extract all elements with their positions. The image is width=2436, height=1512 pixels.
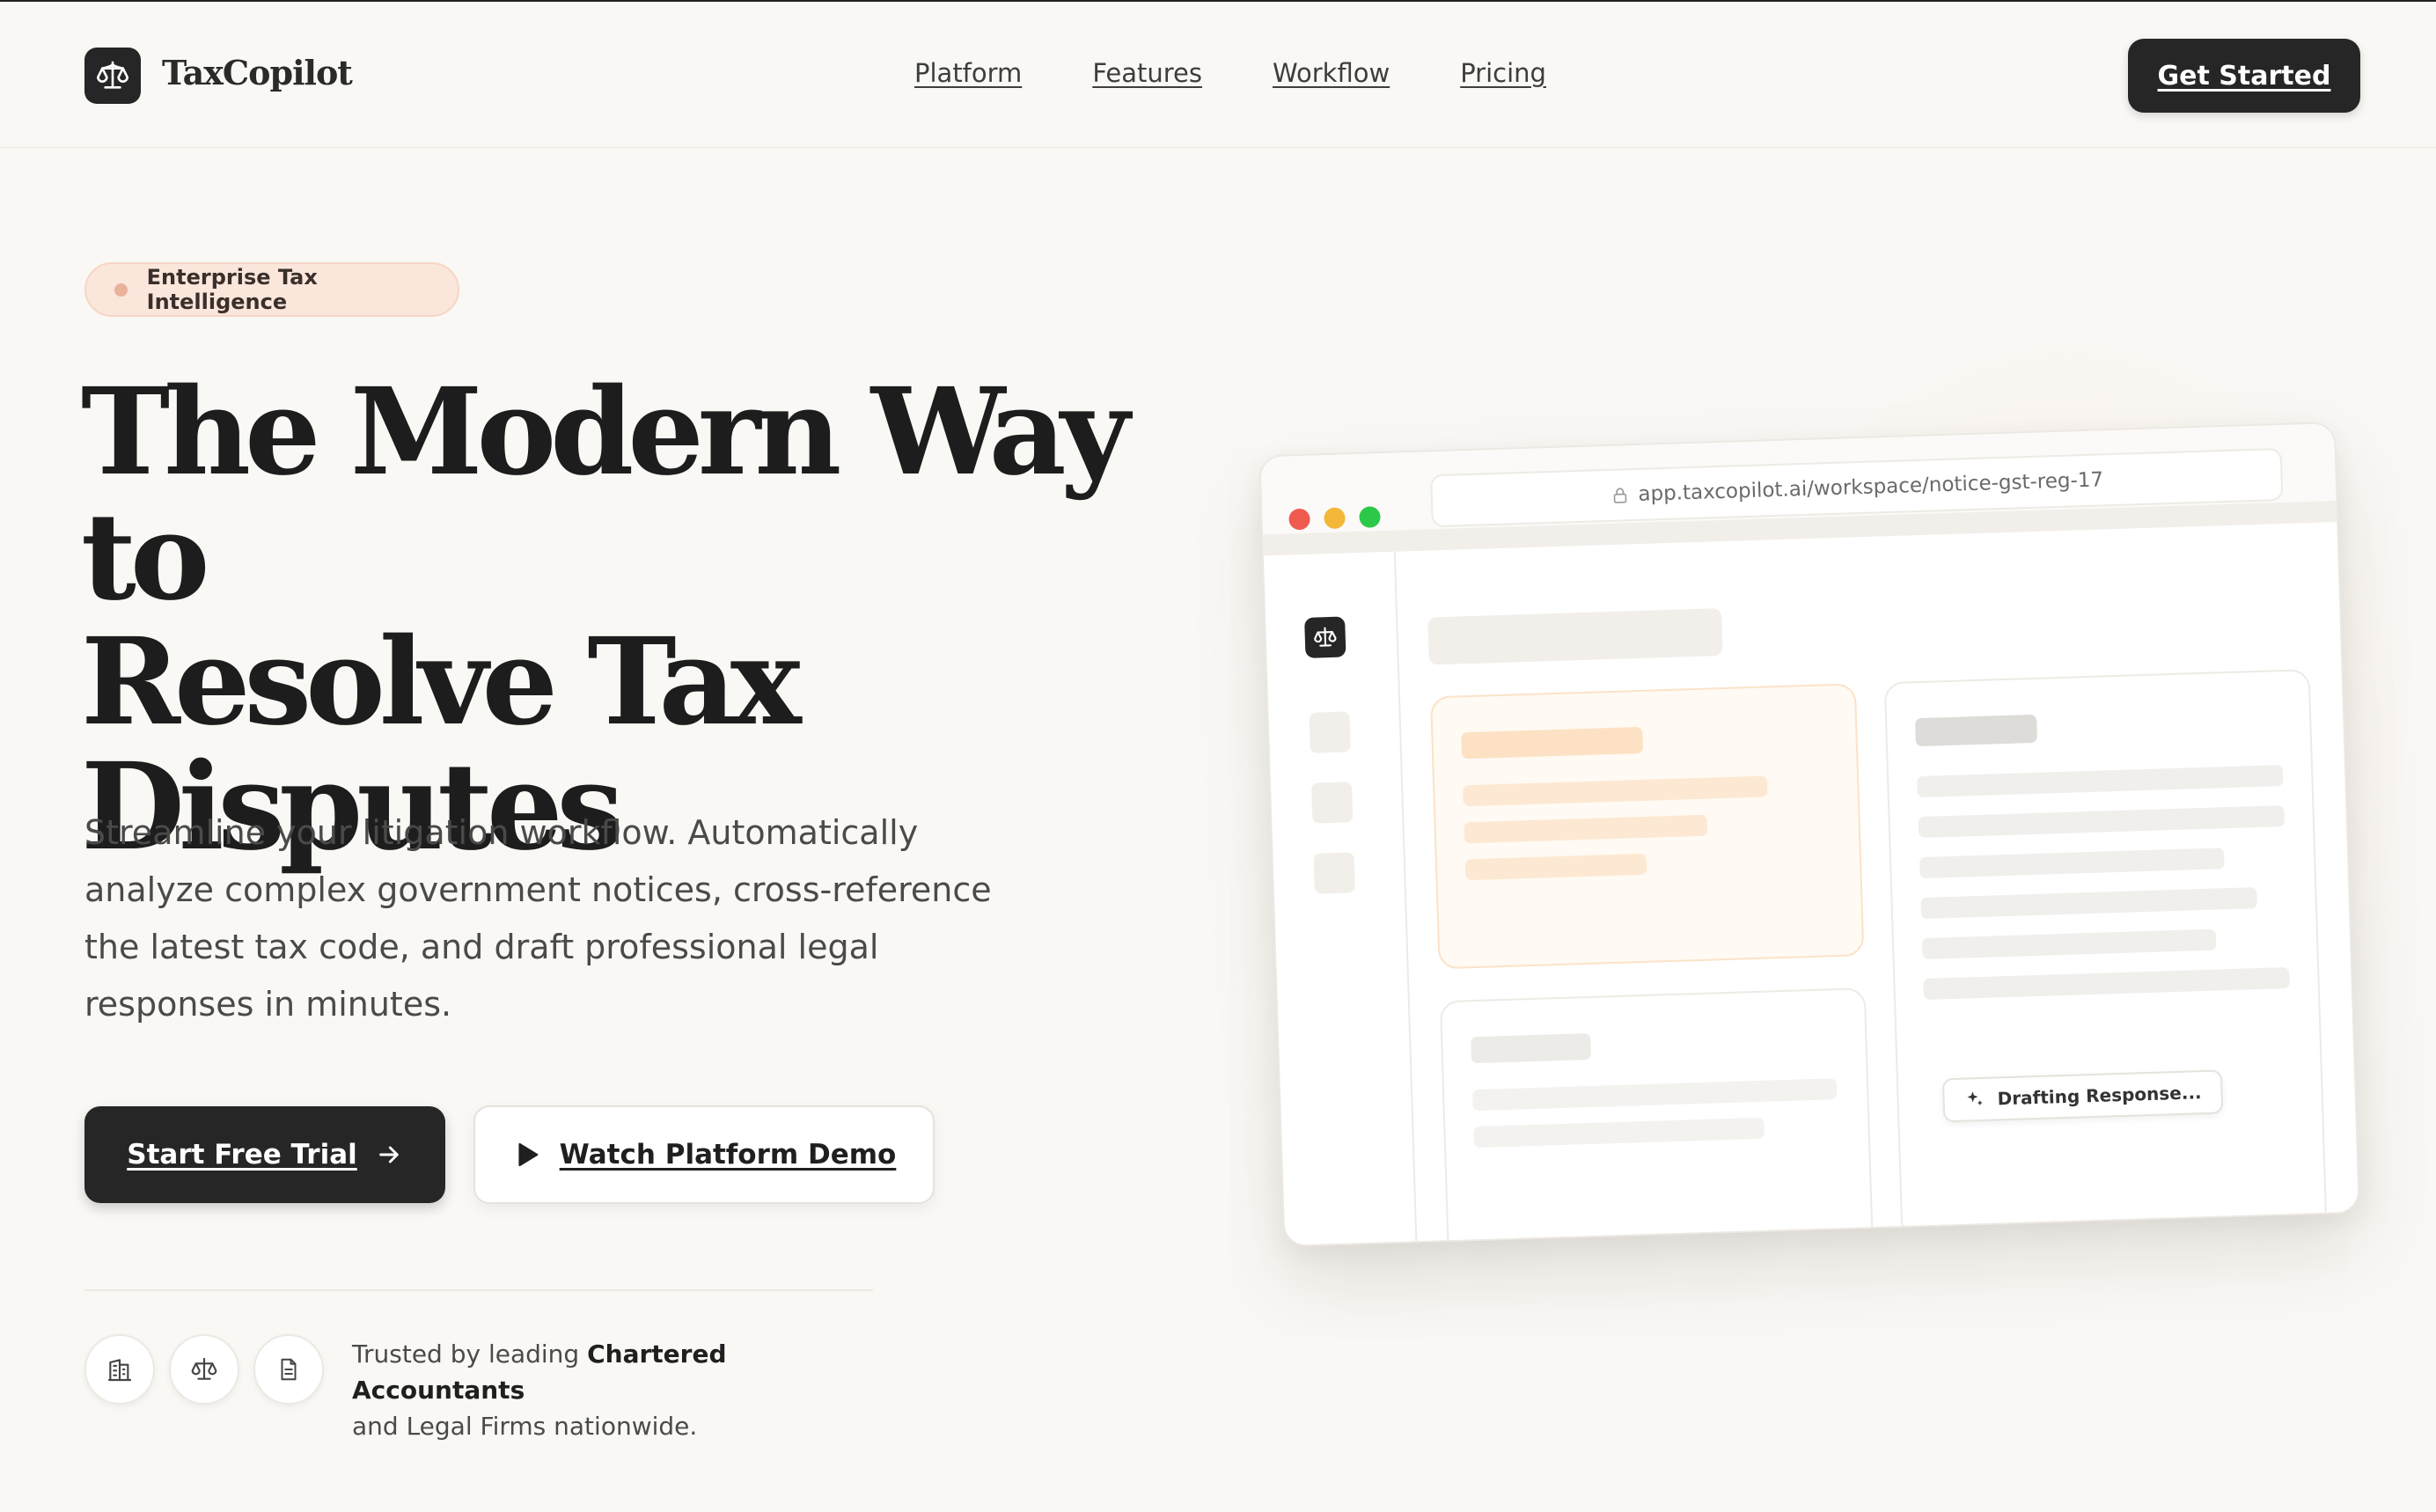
highlight-card xyxy=(1429,683,1865,970)
skeleton-line xyxy=(1921,928,2217,960)
nav-link-platform[interactable]: Platform xyxy=(914,58,1022,88)
scales-icon xyxy=(97,61,129,89)
watch-demo-label: Watch Platform Demo xyxy=(559,1139,897,1171)
nav-links: Platform Features Workflow Pricing xyxy=(914,58,1546,88)
trust-statement: Trusted by leading Chartered Accountants… xyxy=(352,1336,898,1444)
nav-link-workflow[interactable]: Workflow xyxy=(1273,58,1390,88)
badge-label: Enterprise Tax Intelligence xyxy=(146,265,318,314)
nav-link-features[interactable]: Features xyxy=(1092,58,1202,88)
skeleton-line xyxy=(1473,1117,1765,1149)
top-navigation: TaxCopilot Platform Features Workflow Pr… xyxy=(0,2,2436,148)
window-dot-close xyxy=(1288,508,1310,531)
document-icon xyxy=(281,1358,297,1381)
trust-circle-building xyxy=(84,1334,155,1405)
skeleton-line xyxy=(1461,726,1644,760)
skeleton-line xyxy=(1920,887,2257,920)
url-text: app.taxcopilot.ai/workspace/notice-gst-r… xyxy=(1638,468,2104,506)
lock-icon xyxy=(1613,488,1626,503)
get-started-button[interactable]: Get Started xyxy=(2128,39,2360,113)
trust-divider xyxy=(84,1289,873,1291)
arrow-right-icon xyxy=(378,1146,399,1163)
scales-icon xyxy=(1314,627,1337,647)
trust-circle-scales xyxy=(169,1334,239,1405)
badge-dot xyxy=(114,283,128,297)
trust-text-after: and Legal Firms nationwide. xyxy=(352,1412,698,1441)
hero-headline: The Modern Way to Resolve Tax Disputes xyxy=(81,370,1225,870)
brand-logo[interactable] xyxy=(84,48,141,104)
app-logo xyxy=(1304,616,1346,658)
drafting-status-chip: Drafting Response... xyxy=(1941,1069,2224,1123)
sidebar-placeholder xyxy=(1313,852,1355,894)
headline-line-1: The Modern Way to xyxy=(81,362,1130,628)
watch-demo-button[interactable]: Watch Platform Demo xyxy=(473,1105,935,1204)
skeleton-line xyxy=(1915,714,2037,747)
landing-page: TaxCopilot Platform Features Workflow Pr… xyxy=(0,0,2436,1512)
window-dot-minimize xyxy=(1324,507,1346,530)
headline-line-2: Resolve Tax xyxy=(81,612,802,752)
start-free-trial-label: Start Free Trial xyxy=(127,1139,357,1171)
hero-subheadline: Streamline your litigation workflow. Aut… xyxy=(84,813,992,1024)
skeleton-line xyxy=(1923,966,2290,1001)
scales-icon xyxy=(191,1357,217,1380)
start-free-trial-button[interactable]: Start Free Trial xyxy=(84,1106,445,1203)
play-icon xyxy=(518,1142,539,1167)
sparkle-icon xyxy=(1967,1091,1983,1106)
app-sidebar xyxy=(1263,551,1418,1247)
skeleton-line xyxy=(1918,805,2286,839)
response-draft-card: Drafting Response... xyxy=(1883,669,2328,1240)
skeleton-line xyxy=(1464,814,1708,844)
brand-name[interactable]: TaxCopilot xyxy=(162,53,353,92)
hero-badge: Enterprise Tax Intelligence xyxy=(84,262,459,317)
drafting-status-label: Drafting Response... xyxy=(1997,1082,2202,1110)
trust-icon-row xyxy=(84,1334,324,1405)
skeleton-line xyxy=(1472,1078,1838,1112)
browser-window: app.taxcopilot.ai/workspace/notice-gst-r… xyxy=(1258,421,2360,1247)
window-dot-maximize xyxy=(1359,506,1381,528)
title-skeleton xyxy=(1427,608,1723,665)
building-icon xyxy=(107,1359,132,1382)
sidebar-placeholder xyxy=(1310,782,1354,824)
trust-circle-document xyxy=(253,1334,324,1405)
skeleton-line xyxy=(1464,853,1647,881)
skeleton-line xyxy=(1917,765,2284,798)
skeleton-line xyxy=(1471,1032,1592,1064)
sidebar-placeholder xyxy=(1309,711,1351,753)
nav-link-pricing[interactable]: Pricing xyxy=(1460,58,1546,88)
app-preview: app.taxcopilot.ai/workspace/notice-gst-r… xyxy=(1251,395,2367,1268)
trust-text-before: Trusted by leading xyxy=(352,1340,588,1369)
secondary-card xyxy=(1439,987,1875,1247)
skeleton-line xyxy=(1919,848,2225,879)
skeleton-line xyxy=(1463,775,1768,807)
